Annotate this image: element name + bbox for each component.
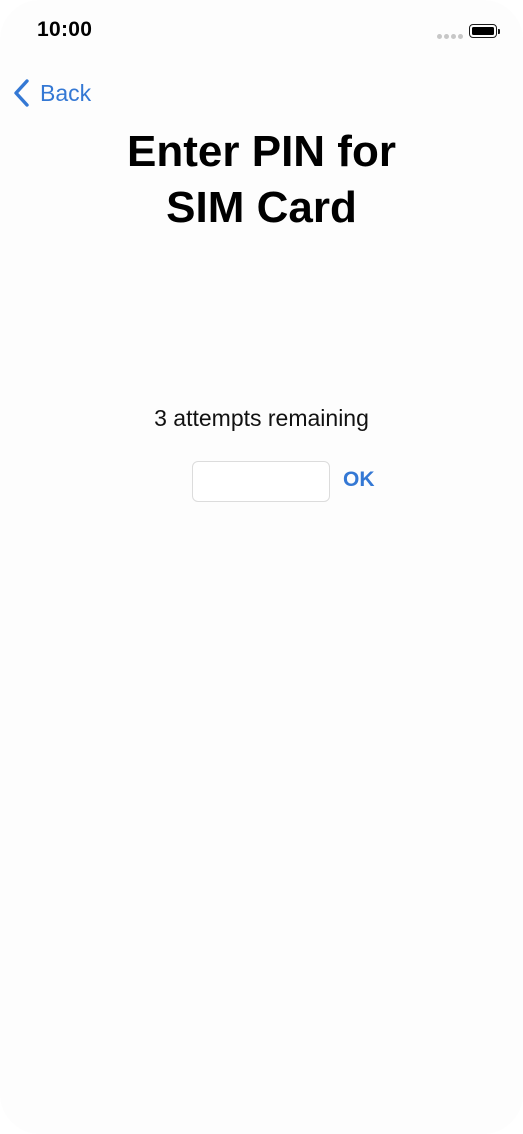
status-bar: 10:00: [0, 0, 523, 64]
back-label: Back: [40, 79, 92, 106]
pin-input[interactable]: [192, 461, 330, 502]
signal-dots-icon: [437, 34, 463, 39]
sim-pin-screen: 10:00 Back Enter PIN for SIM Card 3 atte…: [0, 0, 523, 1134]
chevron-left-icon: [14, 79, 29, 107]
battery-level-fill: [472, 27, 494, 35]
status-time: 10:00: [37, 18, 93, 41]
page-title-line-1: Enter PIN for: [127, 127, 396, 176]
page-title-line-2: SIM Card: [166, 183, 357, 232]
page-title: Enter PIN for SIM Card: [40, 124, 483, 236]
ok-button[interactable]: OK: [343, 468, 375, 492]
attempts-remaining-text: 3 attempts remaining: [154, 405, 369, 431]
battery-cap: [498, 29, 500, 34]
back-button[interactable]: Back: [12, 76, 91, 110]
battery-full-icon: [469, 24, 497, 38]
